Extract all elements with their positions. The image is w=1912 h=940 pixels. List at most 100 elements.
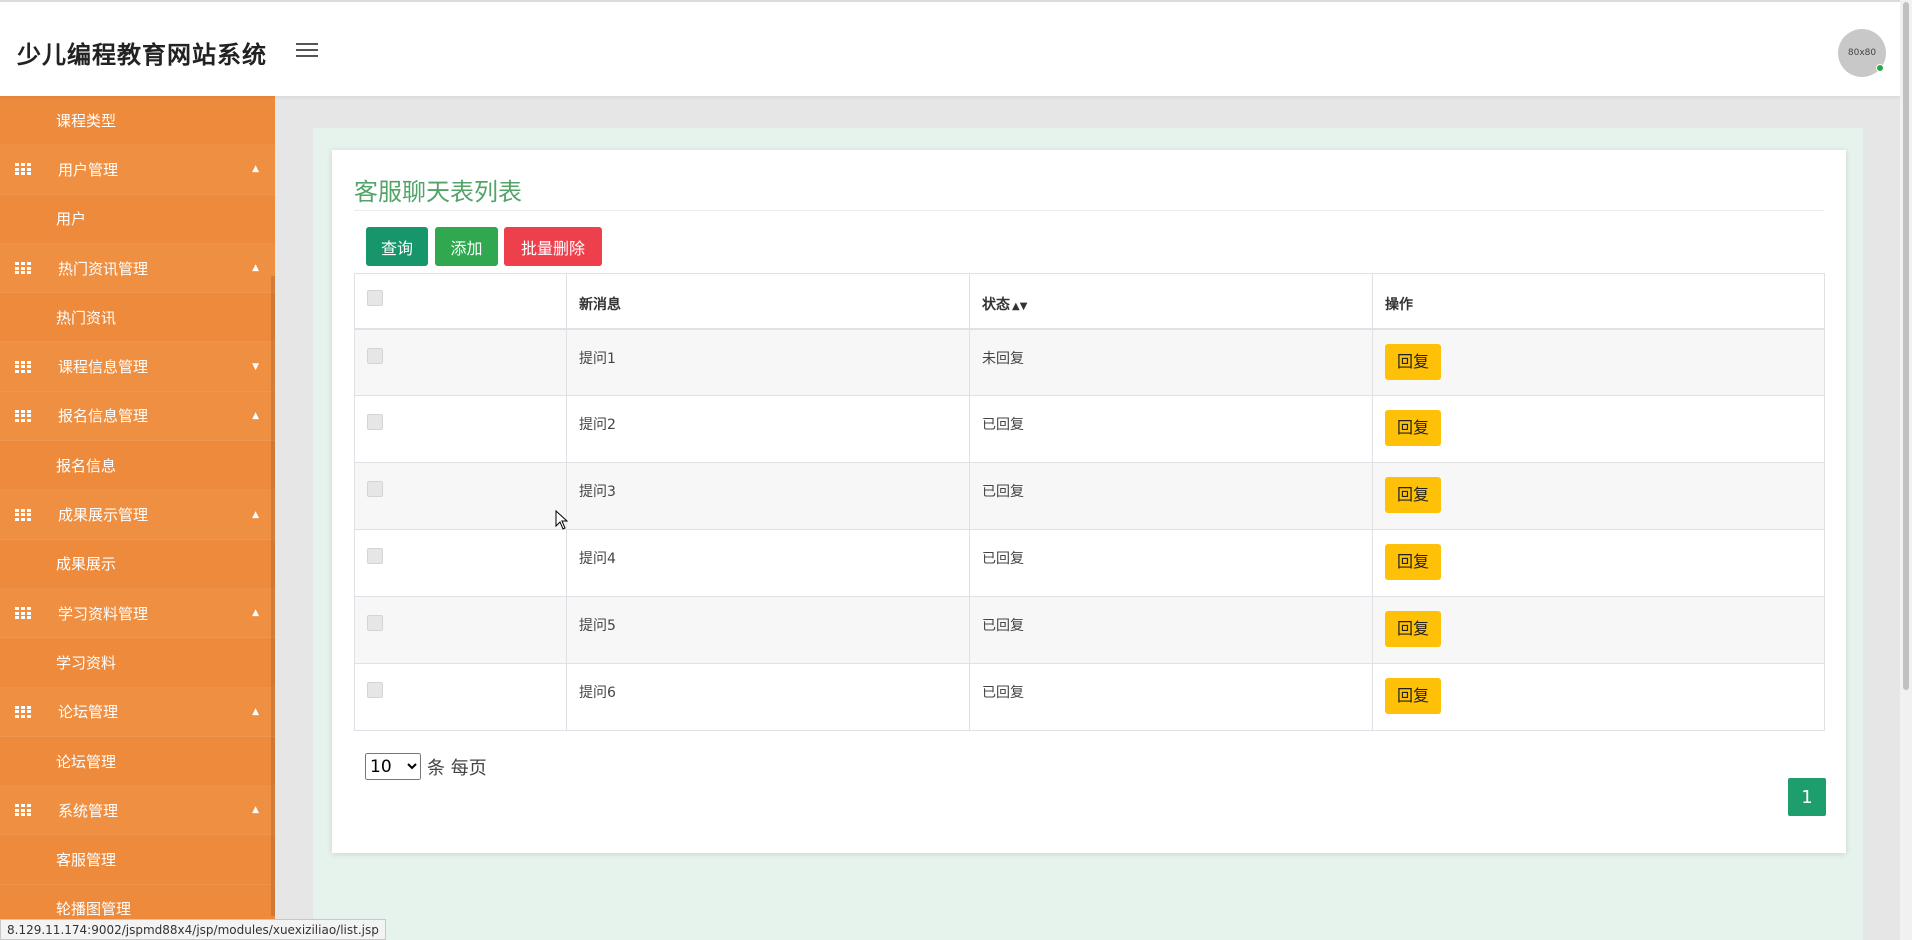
reply-button[interactable]: 回复: [1385, 477, 1441, 513]
sidebar-item-label: 成果展示: [56, 555, 117, 574]
sidebar-item-9[interactable]: 成果展示: [0, 539, 275, 589]
reply-button[interactable]: 回复: [1385, 678, 1441, 714]
caret-up-icon: ▲: [252, 706, 259, 717]
sidebar-item-7[interactable]: 报名信息: [0, 441, 275, 491]
action-cell: 回复: [1372, 529, 1825, 597]
page-size-control: 10 条 每页: [365, 753, 487, 780]
page-size-select[interactable]: 10: [365, 753, 421, 780]
table-row: 提问2 已回复 回复: [354, 395, 1825, 463]
top-header: 少儿编程教育网站系统 80x80: [0, 0, 1912, 96]
status-cell: 已回复: [969, 395, 1373, 463]
sidebar-item-2[interactable]: 用户: [0, 194, 275, 244]
header-status[interactable]: 状态 ▲▼: [969, 273, 1373, 330]
action-cell: 回复: [1372, 462, 1825, 530]
action-cell: 回复: [1372, 395, 1825, 463]
row-select-cell: [354, 663, 567, 731]
sidebar-group-10[interactable]: 学习资料管理 ▲: [0, 588, 275, 639]
grid-menu-icon: [15, 607, 31, 620]
row-checkbox[interactable]: [367, 481, 383, 497]
reply-button[interactable]: 回复: [1385, 544, 1441, 580]
header-message: 新消息: [566, 273, 970, 330]
row-select-cell: [354, 462, 567, 530]
row-checkbox[interactable]: [367, 414, 383, 430]
app-title: 少儿编程教育网站系统: [17, 41, 267, 69]
header-select-cell: [354, 273, 567, 330]
title-divider: [354, 210, 1824, 211]
sidebar-group-12[interactable]: 论坛管理 ▲: [0, 687, 275, 737]
reply-button[interactable]: 回复: [1385, 410, 1441, 446]
table-row: 提问5 已回复 回复: [354, 596, 1825, 664]
row-checkbox[interactable]: [367, 682, 383, 698]
row-select-cell: [354, 529, 567, 597]
table-header-row: 新消息 状态 ▲▼ 操作: [354, 273, 1825, 330]
avatar[interactable]: 80x80: [1838, 29, 1886, 77]
status-cell: 已回复: [969, 596, 1373, 664]
message-cell: 提问1: [566, 328, 970, 396]
sidebar-item-11[interactable]: 学习资料: [0, 638, 275, 688]
table-body: 提问1 未回复 回复 提问2 已回复 回复 提问3 已回复 回复 提问4 已回复 回复 提问5 已回复 回复…: [354, 328, 1825, 731]
select-all-checkbox[interactable]: [367, 290, 383, 306]
sidebar-menu: 课程类型用户管理 ▲ 用户 热门资讯管理 ▲ 热门资讯课程信息管理 ▼ 报名信息管理 ▲ 报名信息…: [0, 96, 275, 935]
grid-menu-icon: [15, 360, 31, 373]
page-size-suffix: 条 每页: [427, 757, 487, 779]
sidebar-item-label: 报名信息: [56, 456, 117, 475]
reply-button[interactable]: 回复: [1385, 343, 1441, 380]
page-scrollbar-thumb[interactable]: [1903, 2, 1909, 690]
status-cell: 已回复: [969, 663, 1373, 731]
sidebar-item-label: 论坛管理: [58, 703, 119, 722]
main-area: 客服聊天表列表 查询 添加 批量删除 新消息 状态 ▲▼ 操作 提问1 未回复 回复提…: [275, 96, 1912, 940]
sidebar-item-label: 课程类型: [56, 111, 117, 130]
list-card: 客服聊天表列表 查询 添加 批量删除 新消息 状态 ▲▼ 操作 提问1 未回复 回复提…: [332, 150, 1846, 853]
sidebar-item-4[interactable]: 热门资讯: [0, 293, 275, 343]
table-row: 提问1 未回复 回复: [354, 328, 1825, 396]
menu-toggle-icon[interactable]: [294, 39, 320, 61]
sidebar-group-14[interactable]: 系统管理 ▲: [0, 786, 275, 836]
action-cell: 回复: [1372, 596, 1825, 664]
header-action: 操作: [1372, 273, 1825, 330]
sidebar-group-1[interactable]: 用户管理 ▲: [0, 145, 275, 195]
sidebar-scrollbar[interactable]: [271, 276, 275, 916]
caret-up-icon: ▲: [252, 509, 259, 520]
sort-icon[interactable]: ▲▼: [1012, 301, 1027, 312]
sidebar-item-label: 成果展示管理: [58, 506, 149, 525]
caret-up-icon: ▲: [252, 410, 259, 421]
table-row: 提问4 已回复 回复: [354, 529, 1825, 597]
sidebar-group-6[interactable]: 报名信息管理 ▲: [0, 391, 275, 442]
header-status-label: 状态: [982, 297, 1010, 313]
row-checkbox[interactable]: [367, 615, 383, 631]
content-wrapper: 客服聊天表列表 查询 添加 批量删除 新消息 状态 ▲▼ 操作 提问1 未回复 回复提…: [313, 128, 1863, 940]
action-cell: 回复: [1372, 328, 1825, 396]
sidebar-item-label: 学习资料: [56, 653, 117, 672]
sidebar-group-8[interactable]: 成果展示管理 ▲: [0, 490, 275, 540]
row-select-cell: [354, 395, 567, 463]
sidebar-group-3[interactable]: 热门资讯管理 ▲: [0, 243, 275, 294]
page-scrollbar[interactable]: [1900, 0, 1912, 940]
sidebar: 课程类型用户管理 ▲ 用户 热门资讯管理 ▲ 热门资讯课程信息管理 ▼ 报名信息管理 ▲ 报名信息…: [0, 96, 275, 940]
online-status-dot: [1876, 64, 1884, 72]
sidebar-item-0[interactable]: 课程类型: [0, 96, 275, 146]
row-checkbox[interactable]: [367, 347, 383, 364]
message-cell: 提问4: [566, 529, 970, 597]
batch-delete-button[interactable]: 批量删除: [504, 227, 602, 266]
row-select-cell: [354, 328, 567, 396]
sidebar-item-label: 热门资讯: [56, 308, 117, 327]
reply-button[interactable]: 回复: [1385, 611, 1441, 647]
sidebar-group-5[interactable]: 课程信息管理 ▼: [0, 342, 275, 392]
sidebar-item-label: 客服管理: [56, 851, 117, 870]
add-button[interactable]: 添加: [435, 227, 498, 266]
grid-menu-icon: [15, 508, 31, 521]
row-select-cell: [354, 596, 567, 664]
grid-menu-icon: [15, 163, 31, 176]
caret-up-icon: ▲: [252, 164, 259, 175]
caret-up-icon: ▲: [252, 263, 259, 274]
sidebar-item-label: 轮播图管理: [56, 900, 132, 919]
sidebar-item-15[interactable]: 客服管理: [0, 835, 275, 885]
page-number-button[interactable]: 1: [1788, 778, 1826, 816]
sidebar-item-13[interactable]: 论坛管理: [0, 736, 275, 787]
table-row: 提问3 已回复 回复: [354, 462, 1825, 530]
grid-menu-icon: [15, 262, 31, 275]
sidebar-item-label: 学习资料管理: [58, 604, 149, 623]
query-button[interactable]: 查询: [366, 227, 428, 266]
mouse-cursor-icon: [555, 510, 569, 530]
row-checkbox[interactable]: [367, 548, 383, 564]
